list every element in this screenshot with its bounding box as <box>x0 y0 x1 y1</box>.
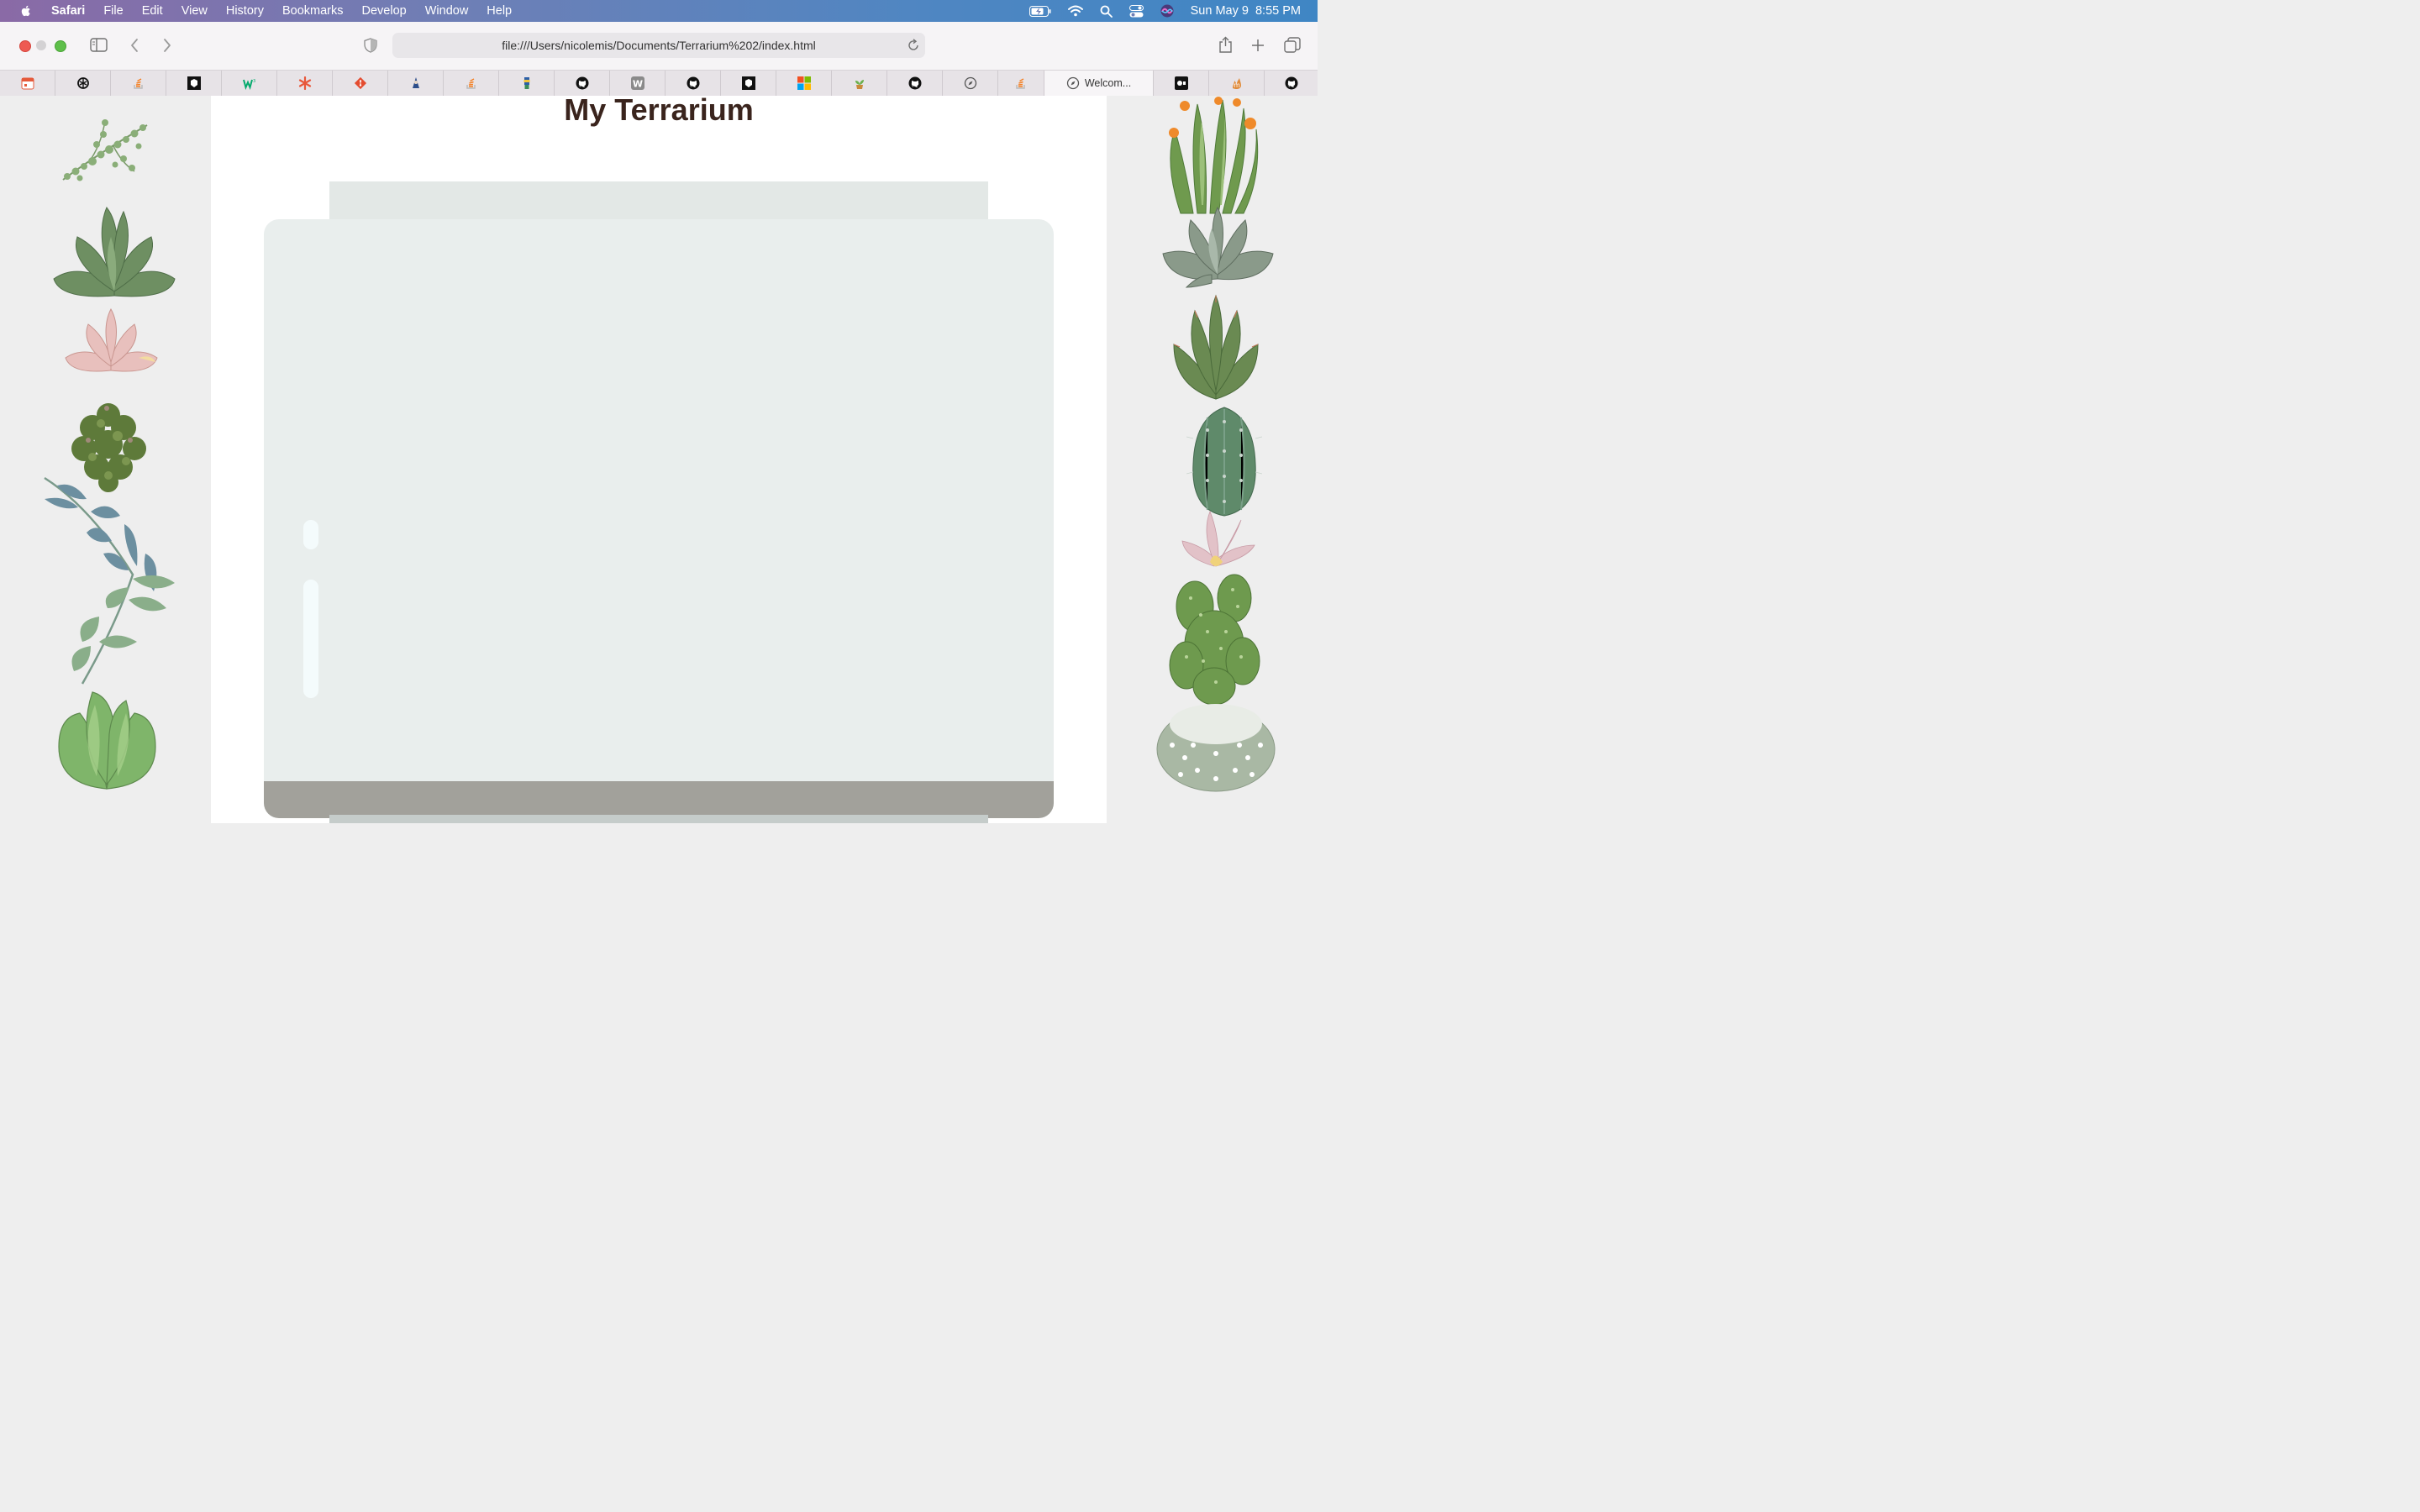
menu-app-name[interactable]: Safari <box>51 4 85 18</box>
pinned-tab-3[interactable] <box>111 71 166 96</box>
wordpress-icon: W <box>630 76 644 90</box>
lighthouse-icon <box>523 77 529 89</box>
codepen-icon <box>741 76 755 90</box>
github-icon <box>908 76 921 90</box>
plant-3[interactable] <box>63 307 160 376</box>
menu-bar: Safari File Edit View History Bookmarks … <box>0 0 1318 22</box>
plant-1[interactable] <box>55 113 155 188</box>
menu-view[interactable]: View <box>182 4 208 18</box>
share-icon[interactable] <box>1218 36 1233 54</box>
tab-overview-icon[interactable] <box>1284 37 1301 53</box>
jar-walls <box>264 219 1054 818</box>
compass-icon <box>1066 76 1079 90</box>
pinned-tab-21[interactable]: m <box>1209 71 1265 96</box>
menu-develop[interactable]: Develop <box>362 4 407 18</box>
dirt <box>264 781 1054 818</box>
fire-icon: m <box>1232 78 1241 89</box>
tab-active-label: Welcom... <box>1084 77 1132 89</box>
camera-icon <box>1174 76 1188 90</box>
stackoverflow-icon <box>133 78 143 89</box>
svg-text:W: W <box>632 79 642 90</box>
left-plant-holder <box>0 96 211 823</box>
minimize-window-button[interactable] <box>36 40 46 50</box>
pinned-tab-20[interactable] <box>1154 71 1209 96</box>
menu-history[interactable]: History <box>226 4 264 18</box>
pinned-tab-22[interactable] <box>1265 71 1318 96</box>
zoom-window-button[interactable] <box>55 40 66 52</box>
jar-glossy-short <box>303 520 318 549</box>
stackoverflow-icon <box>1016 78 1025 89</box>
jar-top <box>329 181 988 220</box>
apple-icon[interactable] <box>19 4 33 18</box>
page-content: My Terrarium <box>0 92 1318 823</box>
terrarium-area: My Terrarium <box>211 92 1107 823</box>
git-icon <box>354 76 366 90</box>
jar-glossy-long <box>303 580 318 698</box>
plant-icon <box>855 80 864 89</box>
asterisk-icon <box>298 76 311 90</box>
github-icon <box>1285 76 1297 90</box>
plant-10[interactable] <box>1170 294 1262 403</box>
compass-icon <box>964 76 976 90</box>
right-plant-holder <box>1107 96 1318 823</box>
address-bar[interactable]: file:///Users/nicolemis/Documents/Terrar… <box>392 33 925 58</box>
plant-13[interactable] <box>1165 573 1262 706</box>
reload-icon[interactable] <box>908 39 919 51</box>
plant-12[interactable] <box>1181 507 1256 570</box>
control-center-icon[interactable] <box>1128 4 1144 18</box>
pinned-tab-1[interactable] <box>0 71 55 96</box>
close-window-button[interactable] <box>19 40 31 52</box>
address-url: file:///Users/nicolemis/Documents/Terrar… <box>502 39 816 52</box>
page-title: My Terrarium <box>564 92 754 127</box>
plant-8[interactable] <box>1160 96 1269 215</box>
stackoverflow-icon <box>466 78 476 89</box>
wizard-icon <box>412 77 419 88</box>
menu-file[interactable]: File <box>103 4 123 18</box>
w3schools-icon: 3 <box>242 79 255 90</box>
plant-11[interactable] <box>1186 405 1262 518</box>
menu-edit[interactable]: Edit <box>142 4 163 18</box>
battery-icon[interactable] <box>1028 5 1051 17</box>
plant-6[interactable] <box>55 684 160 793</box>
svg-text:3: 3 <box>253 79 255 84</box>
wifi-icon[interactable] <box>1067 5 1083 17</box>
calendar-icon <box>21 77 34 90</box>
codepen-icon <box>187 76 201 90</box>
microsoft-icon <box>797 76 811 90</box>
sidebar-toggle-icon[interactable] <box>90 38 108 52</box>
plant-14[interactable] <box>1155 699 1277 793</box>
menu-window[interactable]: Window <box>425 4 469 18</box>
openai-icon <box>76 77 89 89</box>
menu-help[interactable]: Help <box>487 4 512 18</box>
pinned-tab-2[interactable] <box>55 71 111 96</box>
spotlight-search-icon[interactable] <box>1100 5 1113 18</box>
plant-9[interactable] <box>1161 203 1275 289</box>
menu-bookmarks[interactable]: Bookmarks <box>282 4 344 18</box>
plant-2[interactable] <box>52 203 176 302</box>
back-chevron-icon[interactable] <box>129 38 139 53</box>
jar-bottom <box>329 815 988 823</box>
plant-5[interactable] <box>40 474 176 692</box>
github-icon <box>576 76 588 90</box>
siri-icon[interactable] <box>1160 4 1174 18</box>
menu-clock[interactable]: Sun May 9 8:55 PM <box>1191 4 1301 18</box>
github-icon <box>687 76 699 90</box>
new-tab-icon[interactable] <box>1251 39 1265 52</box>
forward-chevron-icon[interactable] <box>162 38 172 53</box>
svg-text:m: m <box>1234 81 1240 89</box>
privacy-shield-icon[interactable] <box>364 38 377 53</box>
